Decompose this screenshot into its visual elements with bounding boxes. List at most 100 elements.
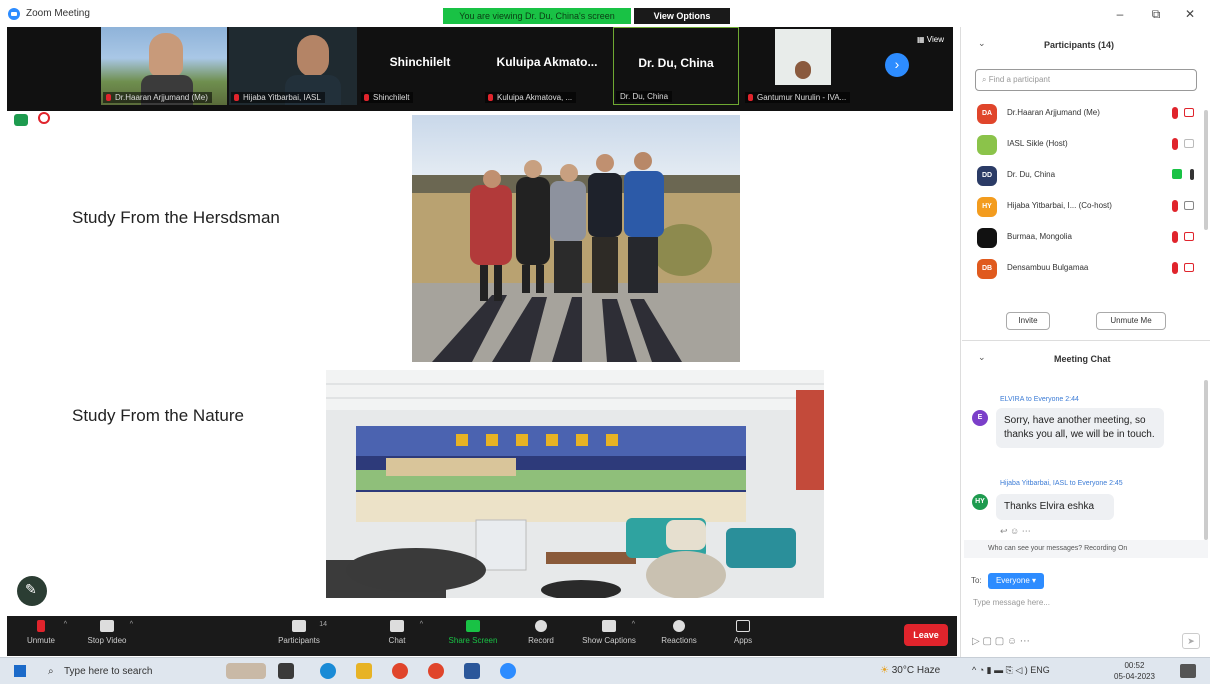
mic-on-icon bbox=[1190, 169, 1194, 180]
unmute-me-button[interactable]: Unmute Me bbox=[1096, 312, 1166, 330]
zoom-taskbar-icon[interactable] bbox=[500, 663, 516, 679]
participant-row[interactable]: HY Hijaba Yitbarbai, I... (Co-host) bbox=[975, 195, 1200, 219]
reactions-button[interactable]: Reactions bbox=[649, 620, 709, 645]
file-explorer-icon[interactable] bbox=[356, 663, 372, 679]
taskbar-search[interactable]: ⌕ Type here to search bbox=[44, 662, 210, 682]
taskbar-clock[interactable]: 00:52 05-04-2023 bbox=[1114, 660, 1155, 682]
mic-muted-icon bbox=[106, 94, 111, 101]
chat-message: Sorry, have another meeting, so thanks y… bbox=[996, 408, 1164, 448]
message-actions-icon[interactable]: ↩ ☺ ⋯ bbox=[1000, 526, 1031, 537]
chat-tools-icons[interactable]: ▷ ▢ ▢ ☺ ⋯ bbox=[972, 636, 1030, 647]
security-shield-icon[interactable] bbox=[14, 114, 28, 126]
who-can-see-bar[interactable]: Who can see your messages? Recording On bbox=[964, 540, 1208, 558]
restore-button[interactable]: ⧉ bbox=[1146, 6, 1166, 22]
send-icon[interactable]: ➤ bbox=[1182, 633, 1200, 649]
mic-muted-icon bbox=[234, 94, 239, 101]
annotate-floating-button[interactable] bbox=[17, 576, 47, 606]
avatar: DD bbox=[977, 166, 997, 186]
grid-icon: ▦ bbox=[917, 35, 927, 44]
participant-row[interactable]: Burmaa, Mongolia bbox=[975, 226, 1200, 250]
stop-video-button[interactable]: ^ Stop Video bbox=[77, 620, 137, 645]
apps-button[interactable]: Apps bbox=[713, 620, 773, 645]
video-tile[interactable]: Hijaba Yitbarbai, IASL bbox=[229, 27, 357, 105]
invite-button[interactable]: Invite bbox=[1006, 312, 1050, 330]
system-tray[interactable]: ^ ◔ ▮ ▬ ⎘ ◁ ) ENG bbox=[972, 665, 1050, 676]
view-button[interactable]: ▦ View bbox=[917, 35, 944, 44]
chat-meta: ELVIRA to Everyone 2:44 bbox=[1000, 396, 1079, 403]
next-page-button[interactable]: › bbox=[885, 53, 909, 77]
participant-face bbox=[297, 35, 329, 77]
video-off-icon bbox=[1184, 263, 1194, 272]
search-icon: ⌕ bbox=[48, 666, 54, 677]
collapse-participants-icon[interactable]: ⌄ bbox=[978, 38, 986, 49]
view-options-button[interactable]: View Options bbox=[634, 8, 730, 24]
avatar: DB bbox=[977, 259, 997, 279]
record-icon bbox=[535, 620, 547, 632]
video-tile[interactable]: Shinchilelt Shinchilelt bbox=[359, 27, 481, 105]
chat-bubble-icon bbox=[390, 620, 404, 632]
video-tile[interactable]: Gantumur Nurulin - IVA... bbox=[743, 27, 871, 105]
word-icon[interactable] bbox=[464, 663, 480, 679]
participants-button[interactable]: 14 Participants bbox=[269, 620, 329, 645]
sun-icon: ☀ bbox=[880, 665, 892, 676]
chat-title: Meeting Chat bbox=[1054, 354, 1111, 364]
video-tile[interactable]: Dr.Haaran Arjjumand (Me) bbox=[101, 27, 227, 105]
notification-icon[interactable] bbox=[1180, 664, 1196, 678]
slide-heading-2: Study From the Nature bbox=[72, 406, 244, 425]
chat-button[interactable]: ^ Chat bbox=[367, 620, 427, 645]
recording-icon bbox=[38, 112, 50, 124]
leave-button[interactable]: Leave bbox=[904, 624, 948, 646]
chat-scrollbar[interactable] bbox=[1204, 380, 1208, 540]
video-icon bbox=[1184, 201, 1194, 210]
app-icon[interactable] bbox=[428, 663, 444, 679]
mic-muted-icon bbox=[1172, 200, 1178, 212]
show-captions-button[interactable]: ^ Show Captions bbox=[579, 620, 639, 645]
record-button[interactable]: Record bbox=[511, 620, 571, 645]
task-view-icon[interactable] bbox=[278, 663, 294, 679]
weather-widget[interactable]: ☀ 30°C Haze bbox=[880, 665, 940, 676]
participant-row[interactable]: DD Dr. Du, China bbox=[975, 164, 1200, 188]
chat-message: Thanks Elvira eshka bbox=[996, 494, 1114, 520]
video-tile-active-speaker[interactable]: Dr. Du, China Dr. Du, China bbox=[613, 27, 739, 105]
participant-row[interactable]: DA Dr.Haaran Arjjumand (Me) bbox=[975, 102, 1200, 126]
close-button[interactable]: ✕ bbox=[1180, 6, 1200, 22]
screen-share-banner: You are viewing Dr. Du, China's screen bbox=[443, 8, 631, 24]
participant-search-input[interactable]: ⌕ Find a participant bbox=[975, 69, 1197, 91]
avatar: HY bbox=[972, 494, 988, 510]
chat-message-input[interactable]: Type message here... bbox=[973, 598, 1050, 607]
collapse-chat-icon[interactable]: ⌄ bbox=[978, 352, 986, 363]
participants-scrollbar[interactable] bbox=[1204, 110, 1208, 230]
edge-icon[interactable] bbox=[320, 663, 336, 679]
avatar bbox=[977, 135, 997, 155]
share-screen-button[interactable]: Share Screen bbox=[443, 620, 503, 645]
captions-icon bbox=[602, 620, 616, 632]
windows-taskbar: ⌕ Type here to search ☀ 30°C Haze ^ ◔ ▮ ▬… bbox=[0, 657, 1210, 684]
herdsman-photo bbox=[412, 115, 740, 362]
mic-muted-icon bbox=[1172, 138, 1178, 150]
nature-room-photo bbox=[326, 370, 824, 598]
participant-face bbox=[795, 61, 811, 79]
tile-big-name: Dr. Du, China bbox=[638, 56, 714, 70]
minimize-button[interactable]: – bbox=[1110, 6, 1130, 22]
windows-start-icon[interactable] bbox=[14, 665, 26, 677]
app-title: Zoom Meeting bbox=[26, 8, 90, 19]
chevron-up-icon: ^ bbox=[129, 621, 133, 628]
reactions-icon bbox=[673, 620, 685, 632]
video-camera-icon bbox=[100, 620, 114, 632]
chevron-up-icon: ^ bbox=[63, 621, 67, 628]
participant-face bbox=[149, 33, 183, 77]
chrome-icon[interactable] bbox=[392, 663, 408, 679]
video-icon bbox=[1184, 139, 1194, 148]
search-icon: ⌕ bbox=[982, 75, 989, 84]
taskbar-image-icon[interactable] bbox=[226, 663, 266, 679]
video-tile[interactable]: Kuluipa Akmato... Kuluipa Akmatova, ... bbox=[483, 27, 611, 105]
recipient-dropdown[interactable]: Everyone ▾ bbox=[988, 573, 1044, 589]
participant-row[interactable]: DB Densambuu Bulgamaa bbox=[975, 257, 1200, 281]
tile-name: Dr. Du, China bbox=[616, 91, 673, 102]
participants-icon bbox=[292, 620, 306, 632]
participant-row[interactable]: IASL Sikle (Host) bbox=[975, 133, 1200, 157]
unmute-button[interactable]: ^ Unmute bbox=[11, 620, 71, 645]
mic-muted-icon bbox=[364, 94, 369, 101]
mic-muted-icon bbox=[488, 94, 493, 101]
avatar bbox=[977, 228, 997, 248]
